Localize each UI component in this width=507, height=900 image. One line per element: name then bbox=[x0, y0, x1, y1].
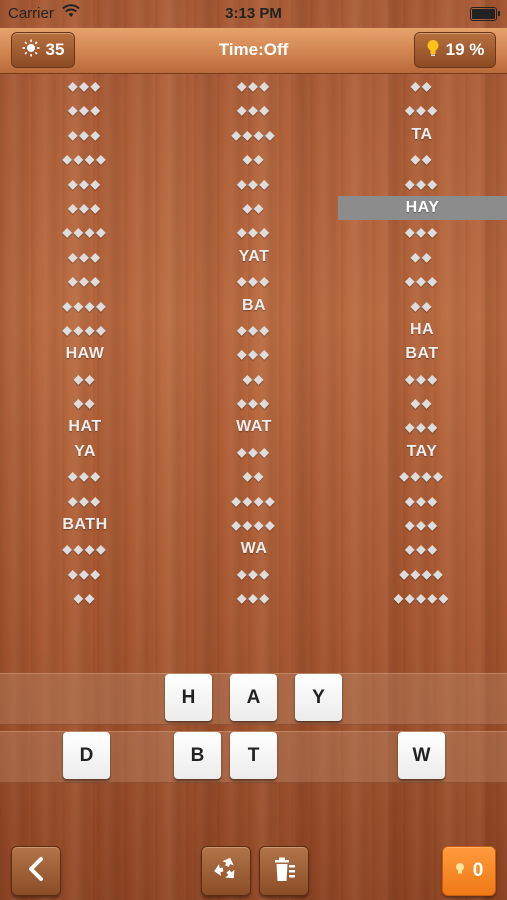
hidden-word-slot: ◆◆◆◆ bbox=[62, 225, 108, 240]
word-column-1: ◆◆◆ ◆◆◆ ◆◆◆ ◆◆◆◆ ◆◆◆ ◆◆◆ ◆◆◆◆ ◆◆◆ ◆◆◆ ◆◆◆◆ ◆◆◆◆ HAW… bbox=[20, 74, 150, 611]
hidden-word-slot: ◆◆◆ bbox=[237, 274, 271, 289]
found-word: BATH bbox=[62, 516, 108, 534]
hidden-word-slot: ◆◆ bbox=[410, 152, 434, 167]
found-word: YAT bbox=[238, 247, 270, 265]
hint-count: 0 bbox=[472, 860, 484, 881]
found-word: TA bbox=[411, 125, 433, 143]
answer-tile[interactable]: H bbox=[165, 674, 212, 721]
shuffle-icon bbox=[211, 854, 241, 889]
hidden-word-slot: ◆◆◆ bbox=[405, 542, 439, 557]
hidden-word-slot: ◆◆◆ bbox=[405, 274, 439, 289]
hidden-word-slot: ◆◆◆◆ bbox=[62, 542, 108, 557]
hidden-word-slot: ◆◆◆◆ bbox=[231, 493, 277, 508]
letter-tile[interactable]: T bbox=[230, 732, 277, 779]
hidden-word-slot: ◆◆ bbox=[410, 396, 434, 411]
found-word: HAT bbox=[68, 418, 102, 436]
status-bar: Carrier 3:13 PM bbox=[0, 0, 507, 28]
hidden-word-slot: ◆◆◆ bbox=[237, 444, 271, 459]
battery-icon bbox=[470, 7, 500, 21]
found-word: WAT bbox=[236, 418, 272, 436]
hidden-word-slot: ◆◆◆◆◆ bbox=[393, 591, 451, 606]
hidden-word-slot: ◆◆ bbox=[73, 396, 97, 411]
progress-percent: 19 % bbox=[445, 40, 485, 59]
hidden-word-slot: ◆◆◆ bbox=[237, 225, 271, 240]
lightbulb-icon bbox=[455, 860, 465, 882]
status-time: 3:13 PM bbox=[225, 5, 282, 22]
hidden-word-slot: ◆◆ bbox=[242, 469, 266, 484]
lightbulb-icon bbox=[426, 39, 440, 62]
hidden-word-slot: ◆◆◆ bbox=[405, 420, 439, 435]
hidden-word-slot: ◆◆◆ bbox=[237, 176, 271, 191]
hidden-word-slot: ◆◆◆ bbox=[405, 518, 439, 533]
progress-badge: 19 % bbox=[414, 32, 496, 68]
word-column-3: ◆◆ ◆◆◆ TA ◆◆ ◆◆◆ HAY ◆◆◆ ◆◆ ◆◆◆ ◆◆ HA BAT ◆◆◆ ◆◆ ◆◆◆ TA… bbox=[338, 74, 507, 611]
hidden-word-slot: ◆◆◆ bbox=[68, 249, 102, 264]
found-word: BAT bbox=[405, 345, 439, 363]
back-button[interactable] bbox=[11, 846, 61, 896]
hidden-word-slot: ◆◆◆ bbox=[405, 225, 439, 240]
hidden-word-slot: ◆◆◆ bbox=[68, 79, 102, 93]
hidden-word-slot: ◆◆ bbox=[73, 371, 97, 386]
clear-button[interactable] bbox=[259, 846, 309, 896]
hidden-word-slot: ◆◆ bbox=[410, 79, 434, 93]
letter-tile[interactable]: B bbox=[174, 732, 221, 779]
hidden-word-slot: ◆◆ bbox=[242, 200, 266, 215]
game-header: 35 Time:Off 19 % bbox=[0, 28, 507, 74]
hidden-word-slot: ◆◆◆ bbox=[405, 103, 439, 118]
hidden-word-slot: ◆◆◆ bbox=[68, 176, 102, 191]
hidden-word-slot: ◆◆ bbox=[242, 152, 266, 167]
hidden-word-slot: ◆◆◆◆ bbox=[231, 127, 277, 142]
found-word: HAW bbox=[65, 345, 105, 363]
letter-tile[interactable]: D bbox=[63, 732, 110, 779]
hidden-word-slot: ◆◆◆◆ bbox=[231, 518, 277, 533]
found-word: BA bbox=[241, 296, 267, 314]
shuffle-button[interactable] bbox=[201, 846, 251, 896]
letter-tile[interactable]: W bbox=[398, 732, 445, 779]
selected-found-word: HAY bbox=[338, 195, 507, 221]
hidden-word-slot: ◆◆◆ bbox=[68, 274, 102, 289]
hidden-word-slot: ◆◆◆◆ bbox=[399, 469, 445, 484]
hidden-word-slot: ◆◆ bbox=[73, 591, 97, 606]
hidden-word-slot: ◆◆◆ bbox=[237, 103, 271, 118]
hidden-word-slot: ◆◆◆ bbox=[68, 493, 102, 508]
trash-icon bbox=[269, 854, 299, 889]
word-column-2: ◆◆◆ ◆◆◆ ◆◆◆◆ ◆◆ ◆◆◆ ◆◆ ◆◆◆ YAT ◆◆◆ BA ◆◆◆ ◆◆◆ ◆◆ ◆◆◆ W… bbox=[189, 74, 319, 611]
hidden-word-slot: ◆◆◆ bbox=[68, 200, 102, 215]
found-word: YA bbox=[74, 442, 96, 460]
hidden-word-slot: ◆◆◆ bbox=[68, 469, 102, 484]
hidden-word-slot: ◆◆◆ bbox=[237, 396, 271, 411]
answer-tile[interactable]: Y bbox=[295, 674, 342, 721]
hidden-word-slot: ◆◆◆ bbox=[405, 371, 439, 386]
chevron-left-icon bbox=[26, 856, 46, 887]
hidden-word-slot: ◆◆ bbox=[242, 371, 266, 386]
hidden-word-slot: ◆◆◆ bbox=[237, 591, 271, 606]
hidden-word-slot: ◆◆ bbox=[410, 298, 434, 313]
hidden-word-slot: ◆◆ bbox=[410, 249, 434, 264]
hidden-word-slot: ◆◆◆◆ bbox=[62, 298, 108, 313]
hidden-word-slot: ◆◆◆ bbox=[405, 176, 439, 191]
hidden-word-slot: ◆◆◆◆ bbox=[399, 566, 445, 581]
hidden-word-slot: ◆◆◆ bbox=[237, 79, 271, 93]
hidden-word-slot: ◆◆◆ bbox=[68, 127, 102, 142]
hidden-word-slot: ◆◆◆ bbox=[237, 322, 271, 337]
hidden-word-slot: ◆◆◆ bbox=[237, 566, 271, 581]
found-word: WA bbox=[240, 540, 268, 558]
hidden-word-slot: ◆◆◆◆ bbox=[62, 152, 108, 167]
answer-tile[interactable]: A bbox=[230, 674, 277, 721]
hint-button[interactable]: 0 bbox=[442, 846, 496, 896]
hidden-word-slot: ◆◆◆◆ bbox=[62, 322, 108, 337]
hidden-word-slot: ◆◆◆ bbox=[68, 103, 102, 118]
found-word: HA bbox=[409, 320, 435, 338]
hidden-word-slot: ◆◆◆ bbox=[405, 493, 439, 508]
found-word: TAY bbox=[406, 442, 438, 460]
hidden-word-slot: ◆◆◆ bbox=[237, 347, 271, 362]
hidden-word-slot: ◆◆◆ bbox=[68, 566, 102, 581]
